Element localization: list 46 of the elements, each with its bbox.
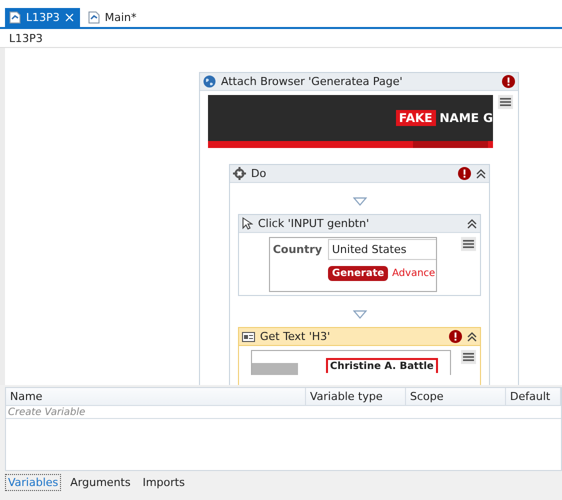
country-label: Country	[272, 242, 323, 256]
menu-icon[interactable]	[498, 95, 513, 109]
document-tab[interactable]: L13P3	[5, 8, 80, 27]
advanced-link: Advance	[392, 268, 436, 278]
click-activity[interactable]: Click 'INPUT genbtn' Country United States Generate Advance	[238, 214, 481, 296]
activity-title: Get Text 'H3'	[260, 330, 332, 343]
get-text-activity[interactable]: Get Text 'H3' Christine A. Battle	[238, 327, 481, 385]
tab-label: L13P3	[26, 11, 60, 24]
cursor-icon	[242, 217, 253, 230]
document-icon	[88, 11, 100, 24]
activity-title: Click 'INPUT genbtn'	[258, 217, 370, 230]
menu-icon[interactable]	[461, 237, 476, 251]
sequence-activity[interactable]: Do Click 'INPUT genbtn' Country United States Generate Advance Get Text 'H3' Christine A. Battle	[229, 164, 490, 385]
attach-browser-activity[interactable]: Attach Browser 'Generatea Page' FAKE NAME G Do Click 'INPUT genbtn' Country United States Generate Advance Get Text 'H3' Christine A. Battle	[199, 72, 519, 385]
site-title: NAME G	[440, 111, 493, 125]
create-variable-row[interactable]: Create Variable	[6, 406, 561, 419]
activity-header[interactable]: Get Text 'H3'	[239, 328, 480, 346]
document-icon	[9, 11, 21, 24]
collapse-icon[interactable]	[467, 332, 477, 342]
collapse-icon[interactable]	[476, 168, 486, 178]
collapse-icon[interactable]	[467, 218, 477, 228]
menu-icon[interactable]	[461, 350, 476, 364]
flow-arrow-icon	[352, 197, 366, 206]
column-header[interactable]: Variable type	[306, 388, 406, 405]
text-icon	[242, 332, 255, 342]
activity-header[interactable]: Do	[230, 165, 489, 183]
generate-button: Generate	[328, 266, 388, 280]
country-field: United States	[328, 238, 436, 260]
activity-header[interactable]: Click 'INPUT genbtn'	[239, 215, 480, 233]
name-heading: Christine A. Battle	[326, 358, 438, 373]
sequence-icon	[233, 167, 246, 180]
logo-badge: FAKE	[396, 110, 436, 126]
breadcrumb[interactable]: L13P3	[9, 32, 43, 44]
flow-arrow-icon	[352, 310, 366, 319]
close-icon[interactable]	[64, 13, 74, 22]
panel-tab[interactable]: Variables	[5, 474, 62, 491]
panel-tab[interactable]: Imports	[140, 474, 188, 491]
activity-header[interactable]: Attach Browser 'Generatea Page'	[200, 73, 518, 91]
activity-title: Do	[251, 167, 268, 180]
column-header[interactable]: Default	[506, 388, 561, 405]
panel-tab[interactable]: Arguments	[67, 474, 134, 491]
activity-title: Attach Browser 'Generatea Page'	[221, 75, 404, 88]
column-header[interactable]: Name	[6, 388, 306, 405]
globe-icon	[203, 75, 216, 88]
tab-label: Main*	[104, 11, 137, 24]
column-header[interactable]: Scope	[406, 388, 506, 405]
